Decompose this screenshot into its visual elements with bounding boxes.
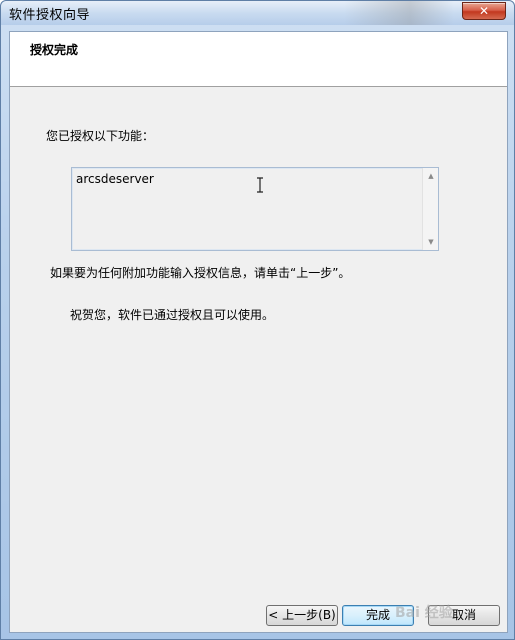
back-button[interactable]: < 上一步(B)	[266, 605, 338, 626]
features-label: 您已授权以下功能：	[46, 129, 155, 143]
title-bar[interactable]: 软件授权向导 ✕	[1, 1, 514, 25]
wizard-client-area: 授权完成 您已授权以下功能： arcsdeserver ▲ ▼ 如果要为任何附加…	[9, 31, 508, 633]
window-title: 软件授权向导	[9, 8, 91, 23]
vertical-scrollbar[interactable]: ▲ ▼	[422, 168, 438, 250]
scroll-up-arrow-icon[interactable]: ▲	[423, 168, 439, 184]
finish-button[interactable]: 完成	[342, 605, 414, 626]
congrats-text: 祝贺您，软件已通过授权且可以使用。	[70, 308, 275, 322]
info-text: 如果要为任何附加功能输入授权信息，请单击“上一步”。	[50, 266, 351, 280]
close-button[interactable]: ✕	[462, 2, 506, 20]
wizard-window: 软件授权向导 ✕ 授权完成 您已授权以下功能： arcsdeserver ▲ ▼…	[0, 0, 515, 640]
cancel-button[interactable]: 取消	[428, 605, 500, 626]
page-title: 授权完成	[30, 43, 79, 57]
ibeam-cursor-icon	[257, 177, 263, 193]
wizard-header: 授权完成	[10, 32, 507, 87]
scroll-down-arrow-icon[interactable]: ▼	[423, 234, 439, 250]
close-icon: ✕	[478, 4, 490, 18]
features-text: arcsdeserver	[76, 172, 154, 186]
